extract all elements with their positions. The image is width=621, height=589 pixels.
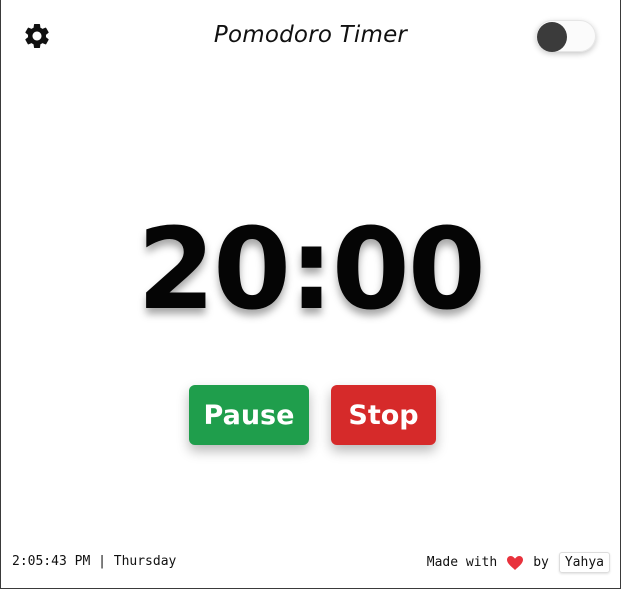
pause-button[interactable]: Pause xyxy=(189,385,309,445)
theme-toggle[interactable] xyxy=(536,20,596,52)
timer-display: 20:00 xyxy=(137,205,486,335)
author-link[interactable]: Yahya xyxy=(558,552,610,573)
toggle-knob xyxy=(537,22,567,52)
app-window: Pomodoro Timer 20:00 Pause Stop 2:05:43 … xyxy=(0,0,621,589)
heart-icon xyxy=(507,555,524,570)
header: Pomodoro Timer xyxy=(1,0,620,74)
made-with-text: Made with xyxy=(426,555,498,570)
credits: Made with by Yahya xyxy=(427,552,610,573)
clock-text: 2:05:43 PM | Thursday xyxy=(12,554,177,569)
page-title: Pomodoro Timer xyxy=(213,22,408,48)
by-text: by xyxy=(533,555,549,570)
stop-button[interactable]: Stop xyxy=(331,385,436,445)
